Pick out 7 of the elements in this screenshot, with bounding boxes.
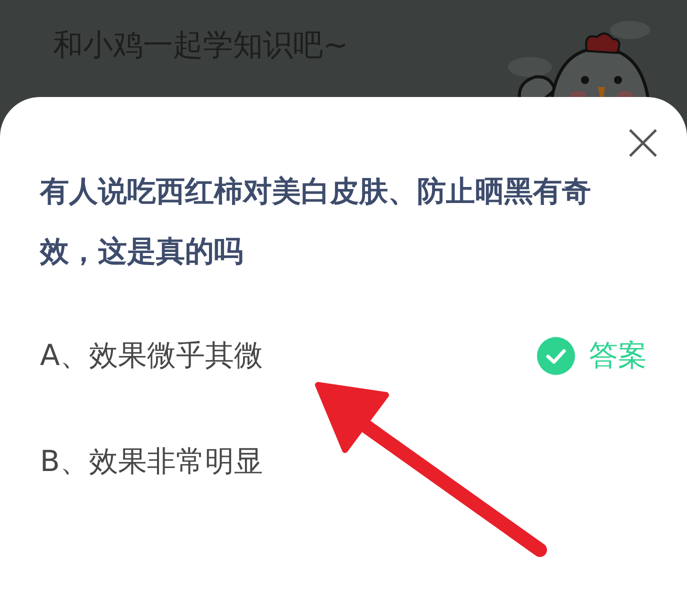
answer-option[interactable]: A、效果微乎其微 [40, 336, 263, 376]
close-button[interactable] [627, 127, 659, 159]
check-icon [537, 337, 575, 375]
question-text: 有人说吃西红柿对美白皮肤、防止晒黑有奇效，这是真的吗 [40, 173, 592, 270]
answer-option[interactable]: B、效果非常明显 [40, 442, 263, 482]
answer-label: 答案 [589, 337, 647, 374]
close-icon [627, 127, 659, 159]
